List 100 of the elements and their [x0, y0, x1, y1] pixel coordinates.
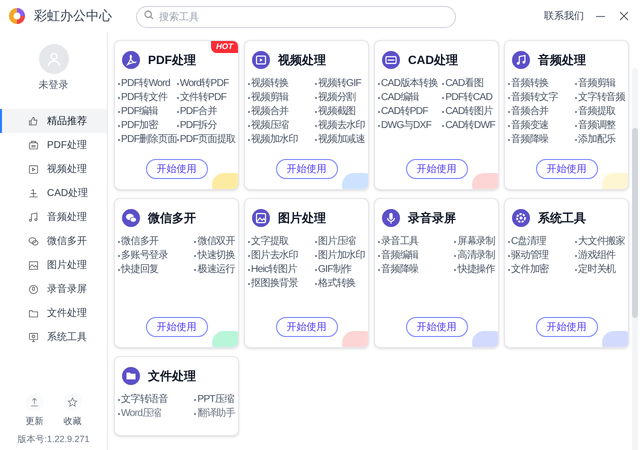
tool-link[interactable]: 翻译助手: [197, 407, 235, 420]
tool-link[interactable]: 视频剪辑: [251, 91, 289, 104]
tool-link[interactable]: 音频变速: [511, 119, 549, 132]
tool-link[interactable]: 音频降噪: [381, 263, 419, 276]
tool-link[interactable]: 大文件搬家: [578, 235, 625, 248]
tool-link[interactable]: CAD编辑: [381, 91, 420, 104]
tool-link[interactable]: PDF页面提取: [180, 133, 236, 146]
sidebar-item[interactable]: 微信多开: [0, 229, 107, 253]
tool-link[interactable]: 微信多开: [121, 235, 159, 248]
tool-link[interactable]: 图片加水印: [318, 249, 365, 262]
sidebar-item[interactable]: 文件处理: [0, 301, 107, 325]
gear-icon: [512, 209, 530, 227]
tool-link[interactable]: 文字转音频: [578, 91, 625, 104]
tool-link[interactable]: 文字提取: [251, 235, 289, 248]
scrollbar[interactable]: [632, 68, 638, 450]
tool-link[interactable]: 视频转换: [251, 77, 289, 90]
sidebar-item[interactable]: 系统工具: [0, 325, 107, 349]
tool-link[interactable]: 文件加密: [511, 263, 549, 276]
tool-link[interactable]: 视频转GIF: [318, 77, 362, 90]
tool-link[interactable]: PDF转CAD: [445, 91, 492, 104]
tool-link[interactable]: GIF制作: [318, 263, 352, 276]
sidebar-item[interactable]: 图片处理: [0, 253, 107, 277]
tool-link[interactable]: 音频编辑: [381, 249, 419, 262]
sidebar-item[interactable]: PDF处理: [0, 133, 107, 157]
sidebar-item[interactable]: 录音录屏: [0, 277, 107, 301]
tool-link[interactable]: PDF转Word: [121, 77, 170, 90]
sidebar-item[interactable]: 视频处理: [0, 157, 107, 181]
start-button[interactable]: 开始使用: [146, 159, 208, 179]
tool-link[interactable]: Word转PDF: [180, 77, 229, 90]
tool-link[interactable]: 图片去水印: [251, 249, 298, 262]
start-button[interactable]: 开始使用: [536, 159, 598, 179]
tool-link[interactable]: 添加配乐: [578, 133, 616, 146]
card-title: 系统工具: [538, 210, 586, 227]
tool-link[interactable]: 视频压缩: [251, 119, 289, 132]
tool-link[interactable]: 音频转文字: [511, 91, 558, 104]
pdf-icon: [122, 51, 140, 69]
contact-link[interactable]: 联系我们: [544, 8, 584, 24]
tool-link[interactable]: DWG与DXF: [381, 119, 432, 132]
tool-link[interactable]: 音频剪辑: [578, 77, 616, 90]
tool-link[interactable]: 抠图换背景: [251, 277, 298, 290]
tool-link[interactable]: PDF转文件: [121, 91, 168, 104]
tool-link[interactable]: C盘清理: [511, 235, 546, 248]
sidebar-item[interactable]: 精品推荐: [0, 109, 107, 133]
sidebar-item[interactable]: 音频处理: [0, 205, 107, 229]
start-button[interactable]: 开始使用: [146, 317, 208, 337]
search-field[interactable]: 搜索工具: [136, 6, 456, 28]
login-status[interactable]: 未登录: [38, 78, 68, 93]
tool-link[interactable]: PDF拆分: [180, 119, 217, 132]
tool-link[interactable]: 音频调整: [578, 119, 616, 132]
tool-link[interactable]: Heic转图片: [251, 263, 297, 276]
tool-link[interactable]: CAD版本转换: [381, 77, 438, 90]
tool-link[interactable]: 视频分割: [318, 91, 356, 104]
tool-link[interactable]: 格式转换: [318, 277, 356, 290]
tool-link[interactable]: PDF合并: [180, 105, 217, 118]
tool-link[interactable]: 图片压缩: [318, 235, 356, 248]
tool-link[interactable]: 音频降噪: [511, 133, 549, 146]
tool-link[interactable]: 快捷回复: [121, 263, 159, 276]
sidebar-item[interactable]: CAD处理: [0, 181, 107, 205]
start-button[interactable]: 开始使用: [536, 317, 598, 337]
chat-icon: [28, 236, 39, 246]
tool-link[interactable]: PDF编辑: [121, 105, 158, 118]
tool-link[interactable]: 定时关机: [578, 263, 616, 276]
upload-icon: [29, 396, 40, 408]
start-button[interactable]: 开始使用: [406, 317, 468, 337]
hot-badge: HOT: [211, 41, 238, 53]
tool-link[interactable]: 快捷操作: [457, 263, 495, 276]
tool-link[interactable]: 文件转PDF: [180, 91, 226, 104]
tool-link[interactable]: 极速运行: [197, 263, 235, 276]
tool-link[interactable]: 录音工具: [381, 235, 419, 248]
tool-link[interactable]: 文字转语音: [121, 393, 168, 406]
start-button[interactable]: 开始使用: [276, 317, 338, 337]
tool-link[interactable]: CAD转PDF: [381, 105, 428, 118]
monitor-icon: [28, 332, 39, 342]
folder-icon: [28, 308, 39, 318]
tool-link[interactable]: 驱动管理: [511, 249, 549, 262]
tool-link[interactable]: 音频合并: [511, 105, 549, 118]
tool-link[interactable]: 屏幕录制: [457, 235, 495, 248]
tool-link[interactable]: 视频加减速: [318, 133, 365, 146]
tool-link[interactable]: PDF删除页面: [121, 133, 177, 146]
folder-icon: [122, 367, 140, 385]
tool-link[interactable]: 快速切换: [197, 249, 235, 262]
tool-link[interactable]: Word压缩: [121, 407, 162, 420]
tool-link[interactable]: 多账号登录: [121, 249, 168, 262]
tool-link[interactable]: PPT压缩: [197, 393, 234, 406]
tool-link[interactable]: 视频合并: [251, 105, 289, 118]
tool-link[interactable]: 视频加水印: [251, 133, 298, 146]
tool-link[interactable]: 音频转换: [511, 77, 549, 90]
start-button[interactable]: 开始使用: [406, 159, 468, 179]
tool-link[interactable]: 视频截图: [318, 105, 356, 118]
tool-link[interactable]: PDF加密: [121, 119, 158, 132]
tool-link[interactable]: CAD看图: [445, 77, 484, 90]
tool-link[interactable]: 视频去水印: [318, 119, 365, 132]
tool-link[interactable]: 游戏组件: [578, 249, 616, 262]
start-button[interactable]: 开始使用: [276, 159, 338, 179]
tool-link[interactable]: 音频提取: [578, 105, 616, 118]
tool-link[interactable]: 高清录制: [457, 249, 495, 262]
close-icon: [619, 11, 629, 21]
tool-link[interactable]: 微信双开: [197, 235, 235, 248]
tool-link[interactable]: CAD转图片: [445, 105, 493, 118]
tool-link[interactable]: CAD转DWF: [445, 119, 495, 132]
